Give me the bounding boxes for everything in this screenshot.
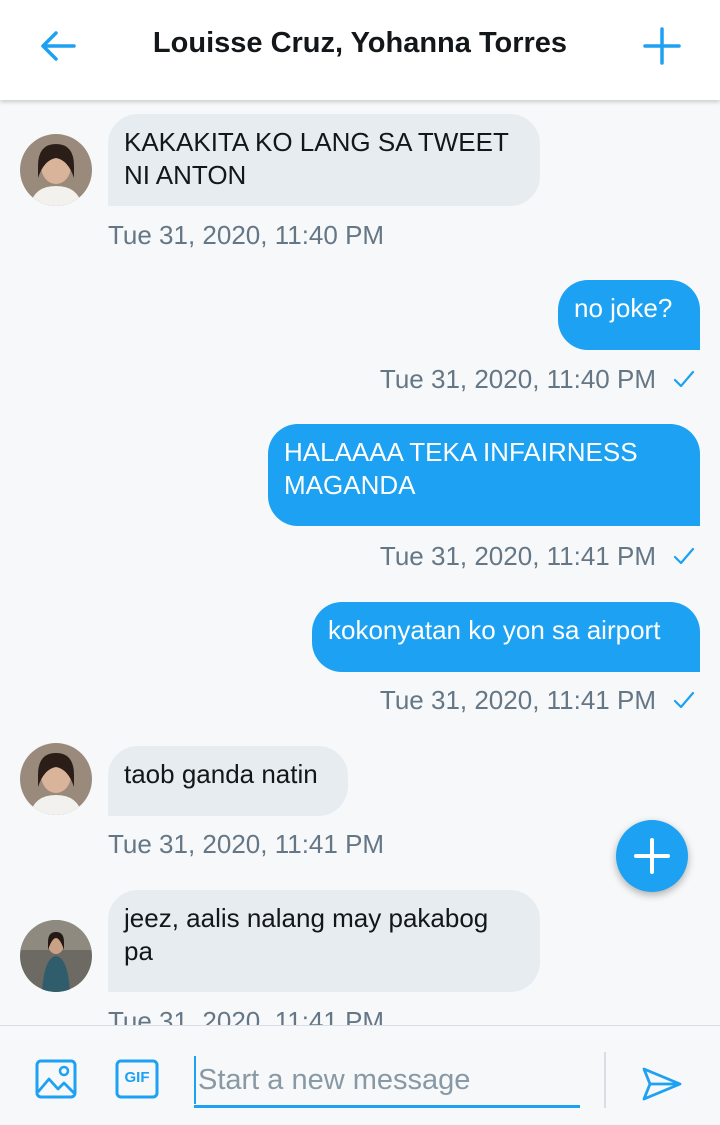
message-text: KAKAKITA KO LANG SA TWEET NI ANTON: [124, 127, 509, 190]
sent-check-icon: [673, 370, 695, 388]
message-timestamp: Tue 31, 2020, 11:40 PM: [108, 220, 385, 250]
message-text: kokonyatan ko yon sa airport: [328, 615, 661, 645]
avatar[interactable]: [20, 134, 92, 206]
message-bubble-incoming[interactable]: jeez, aalis nalang may pakabog pa: [108, 890, 540, 992]
image-icon: [35, 1059, 77, 1099]
avatar[interactable]: [20, 920, 92, 992]
add-participant-button[interactable]: [640, 24, 684, 68]
message-input-wrapper: [194, 1056, 580, 1108]
message-timestamp: Tue 31, 2020, 11:41 PM: [108, 1006, 385, 1025]
send-button[interactable]: [640, 1064, 684, 1104]
new-message-fab[interactable]: [616, 820, 688, 892]
add-photo-button[interactable]: [34, 1058, 78, 1100]
send-icon: [642, 1067, 682, 1101]
add-gif-button[interactable]: GIF: [114, 1058, 160, 1100]
message-bubble-outgoing[interactable]: no joke?: [558, 280, 700, 350]
back-button[interactable]: [36, 24, 80, 68]
gif-label: GIF: [124, 1069, 150, 1086]
message-bubble-incoming[interactable]: taob ganda natin: [108, 746, 348, 816]
plus-icon: [634, 838, 670, 874]
message-bubble-incoming[interactable]: KAKAKITA KO LANG SA TWEET NI ANTON: [108, 114, 540, 206]
avatar[interactable]: [20, 743, 92, 815]
plus-icon: [643, 27, 681, 65]
message-composer: GIF: [0, 1025, 720, 1125]
message-timestamp: Tue 31, 2020, 11:41 PM: [379, 685, 656, 715]
message-bubble-outgoing[interactable]: kokonyatan ko yon sa airport: [312, 602, 700, 672]
conversation-header: Louisse Cruz, Yohanna Torres: [0, 0, 720, 100]
message-bubble-outgoing[interactable]: HALAAAA TEKA INFAIRNESS MAGANDA: [268, 424, 700, 526]
message-timestamp: Tue 31, 2020, 11:41 PM: [108, 829, 385, 859]
message-timestamp: Tue 31, 2020, 11:40 PM: [379, 364, 656, 394]
conversation-title: Louisse Cruz, Yohanna Torres: [152, 27, 568, 59]
message-input[interactable]: [194, 1056, 580, 1104]
message-text: jeez, aalis nalang may pakabog pa: [124, 903, 489, 966]
message-text: taob ganda natin: [124, 759, 318, 789]
sent-check-icon: [673, 691, 695, 709]
message-text: HALAAAA TEKA INFAIRNESS MAGANDA: [284, 437, 638, 500]
sent-check-icon: [673, 547, 695, 565]
message-thread[interactable]: KAKAKITA KO LANG SA TWEET NI ANTON Tue 3…: [0, 100, 720, 1025]
composer-divider: [604, 1052, 606, 1108]
arrow-left-icon: [41, 31, 76, 61]
message-timestamp: Tue 31, 2020, 11:41 PM: [379, 541, 656, 571]
message-text: no joke?: [574, 293, 673, 323]
